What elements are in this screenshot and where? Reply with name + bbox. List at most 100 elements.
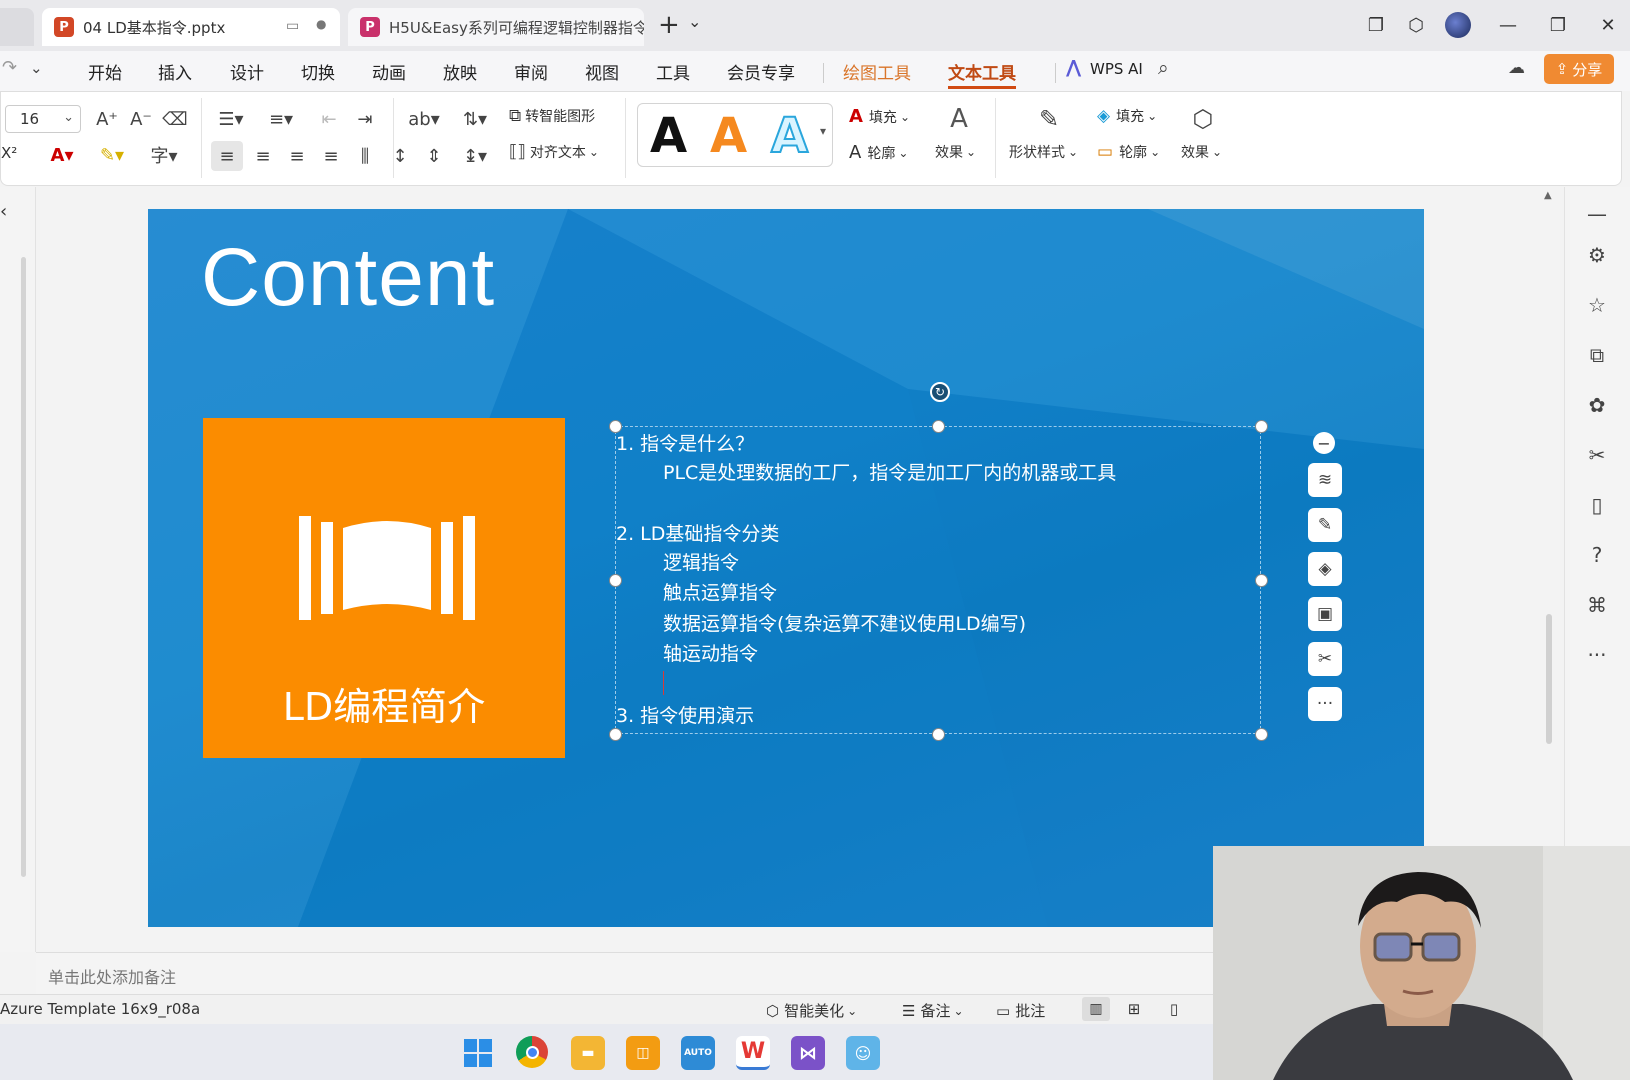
line-spacing-icon[interactable]: ↕: [385, 141, 415, 171]
collapse-panel-icon[interactable]: ‹: [0, 201, 7, 222]
text-style-gallery[interactable]: A A A ▾: [637, 103, 833, 167]
tools-icon[interactable]: ✂: [1308, 642, 1342, 676]
visual-studio-icon[interactable]: ⋈: [791, 1036, 825, 1070]
shape-outline-button[interactable]: ▭ 轮廓 ⌄: [1097, 142, 1160, 162]
layers-icon[interactable]: ≋: [1308, 463, 1342, 497]
resize-handle-mr[interactable]: [1255, 574, 1268, 587]
frame-icon[interactable]: ▣: [1308, 597, 1342, 631]
share-button[interactable]: ⇪ 分享: [1544, 54, 1614, 84]
spacing-dropdown-icon[interactable]: ↨▾: [457, 141, 493, 171]
shape-effect-icon[interactable]: ⬡: [1185, 102, 1221, 136]
normal-view-icon[interactable]: ▥: [1082, 997, 1110, 1021]
menu-insert[interactable]: 插入: [158, 59, 192, 84]
scroll-up-icon[interactable]: ▲: [1544, 190, 1552, 201]
cube-icon[interactable]: ⬡: [1398, 10, 1434, 40]
shape-effect-button[interactable]: 效果 ⌄: [1181, 142, 1222, 162]
panel-scrollbar[interactable]: [21, 257, 26, 877]
rotate-handle-icon[interactable]: ↻: [930, 382, 950, 402]
windows-start-icon[interactable]: [461, 1036, 495, 1070]
tab-dropdown-icon[interactable]: ⌄: [688, 12, 701, 31]
wps-ai-button[interactable]: WPS AI: [1090, 60, 1143, 78]
star-icon[interactable]: ☆: [1581, 289, 1613, 321]
resize-handle-bc[interactable]: [932, 728, 945, 741]
chrome-icon[interactable]: [516, 1036, 548, 1068]
search-icon[interactable]: ⌕: [1158, 57, 1169, 79]
slide-canvas[interactable]: Content LD编程简介 1. 指令是什么？ PLC是处理数据的工厂，指令是…: [148, 209, 1424, 927]
minimize-icon[interactable]: —: [1490, 10, 1526, 40]
adjust-icon[interactable]: ⚙: [1581, 239, 1613, 271]
home-tab-stub[interactable]: [0, 8, 34, 46]
wps-office-icon[interactable]: W: [736, 1036, 770, 1070]
notes-toggle-button[interactable]: ☰ 备注 ⌄: [902, 1000, 964, 1021]
resize-handle-tl[interactable]: [609, 420, 622, 433]
align-right-icon[interactable]: ≡: [281, 141, 313, 171]
decrease-indent-icon[interactable]: ⇤: [315, 105, 343, 133]
close-icon[interactable]: ✕: [1590, 10, 1626, 40]
font-color-icon[interactable]: A▾: [45, 140, 79, 170]
restore-icon[interactable]: ❐: [1540, 10, 1576, 40]
justify-icon[interactable]: ≡: [315, 141, 347, 171]
more-icon[interactable]: ···: [1581, 639, 1613, 671]
shape-style-button[interactable]: 形状样式 ⌄: [1009, 142, 1078, 162]
new-tab-button[interactable]: +: [658, 10, 680, 40]
highlight-icon[interactable]: ✎▾: [95, 140, 129, 170]
menu-animation[interactable]: 动画: [372, 59, 406, 84]
content-textbox[interactable]: 1. 指令是什么？ PLC是处理数据的工厂，指令是加工厂内的机器或工具 2. L…: [615, 426, 1261, 734]
style-blue-outline-a[interactable]: A: [770, 107, 809, 165]
menu-drawing-tools[interactable]: 绘图工具: [843, 59, 911, 84]
align-center-icon[interactable]: ≡: [247, 141, 279, 171]
notes-placeholder[interactable]: 单击此处添加备注: [48, 964, 176, 988]
slide-title[interactable]: Content: [201, 231, 495, 325]
collapse-quickbar-icon[interactable]: −: [1313, 432, 1335, 454]
more-options-button[interactable]: ···: [1308, 687, 1342, 721]
menu-text-tools[interactable]: 文本工具: [948, 59, 1016, 89]
collapse-pane-icon[interactable]: —: [1581, 198, 1613, 230]
help-icon[interactable]: ?: [1581, 539, 1613, 571]
window-tile-icon[interactable]: ❐: [1358, 10, 1394, 40]
resize-handle-ml[interactable]: [609, 574, 622, 587]
editor-scrollbar-thumb[interactable]: [1546, 614, 1552, 744]
menu-member[interactable]: 会员专享: [727, 59, 795, 84]
toolbox-icon[interactable]: ✂: [1581, 439, 1613, 471]
file-explorer-icon[interactable]: ▬: [571, 1036, 605, 1070]
smart-beautify-button[interactable]: ⬡ 智能美化 ⌄: [766, 1000, 857, 1021]
distribute-icon[interactable]: ⫼: [349, 141, 381, 171]
sort-icon[interactable]: ⇅▾: [457, 105, 493, 133]
cloud-icon[interactable]: ☁: [1508, 58, 1525, 78]
superscript-button[interactable]: X²: [1, 144, 17, 162]
text-outline-button[interactable]: A 轮廓 ⌄: [849, 142, 908, 163]
redo-icon[interactable]: ↷: [2, 57, 17, 78]
menu-review[interactable]: 审阅: [514, 59, 548, 84]
resize-handle-br[interactable]: [1255, 728, 1268, 741]
text-effect-icon[interactable]: A: [941, 102, 977, 136]
sorter-view-icon[interactable]: ⊞: [1120, 997, 1148, 1021]
comment-button[interactable]: ▭ 批注: [996, 1000, 1045, 1021]
clear-format-icon[interactable]: ⌫: [161, 105, 189, 133]
user-avatar[interactable]: [1445, 12, 1471, 38]
text-direction-icon[interactable]: ab▾: [405, 105, 443, 133]
shirt-icon[interactable]: ⌘: [1581, 589, 1613, 621]
menu-tools[interactable]: 工具: [656, 59, 690, 84]
fill-bucket-icon[interactable]: ◈: [1308, 552, 1342, 586]
shape-fill-button[interactable]: ◈ 填充 ⌄: [1097, 106, 1157, 126]
convert-smart-art-button[interactable]: ⧉ 转智能图形: [509, 106, 595, 126]
resize-handle-tr[interactable]: [1255, 420, 1268, 433]
bullet-list-icon[interactable]: ☰▾: [213, 105, 249, 133]
font-size-select[interactable]: 16 ⌄: [5, 105, 81, 133]
resize-handle-tc[interactable]: [932, 420, 945, 433]
resize-handle-bl[interactable]: [609, 728, 622, 741]
pen-style-icon[interactable]: ✎: [1308, 508, 1342, 542]
align-text-button[interactable]: ⟦⟧ 对齐文本 ⌄: [509, 142, 599, 162]
shape-style-icon[interactable]: ✎: [1031, 102, 1067, 136]
orange-section-box[interactable]: LD编程简介: [203, 418, 565, 758]
book-icon[interactable]: ▯: [1581, 489, 1613, 521]
unsaved-dot-icon[interactable]: ●: [316, 17, 326, 31]
ide-app-icon[interactable]: ◫: [626, 1036, 660, 1070]
text-effect-button[interactable]: 效果 ⌄: [935, 142, 976, 162]
gallery-more-icon[interactable]: ▾: [820, 124, 826, 138]
live-app-icon[interactable]: ☺: [846, 1036, 880, 1070]
tab-h5u-file[interactable]: P H5U&Easy系列可编程逻辑控制器指令: [348, 8, 644, 46]
tab-ld-file[interactable]: P 04 LD基本指令.pptx ▭ ●: [42, 8, 340, 46]
text-fill-button[interactable]: A 填充 ⌄: [849, 106, 910, 127]
menu-slideshow[interactable]: 放映: [443, 59, 477, 84]
